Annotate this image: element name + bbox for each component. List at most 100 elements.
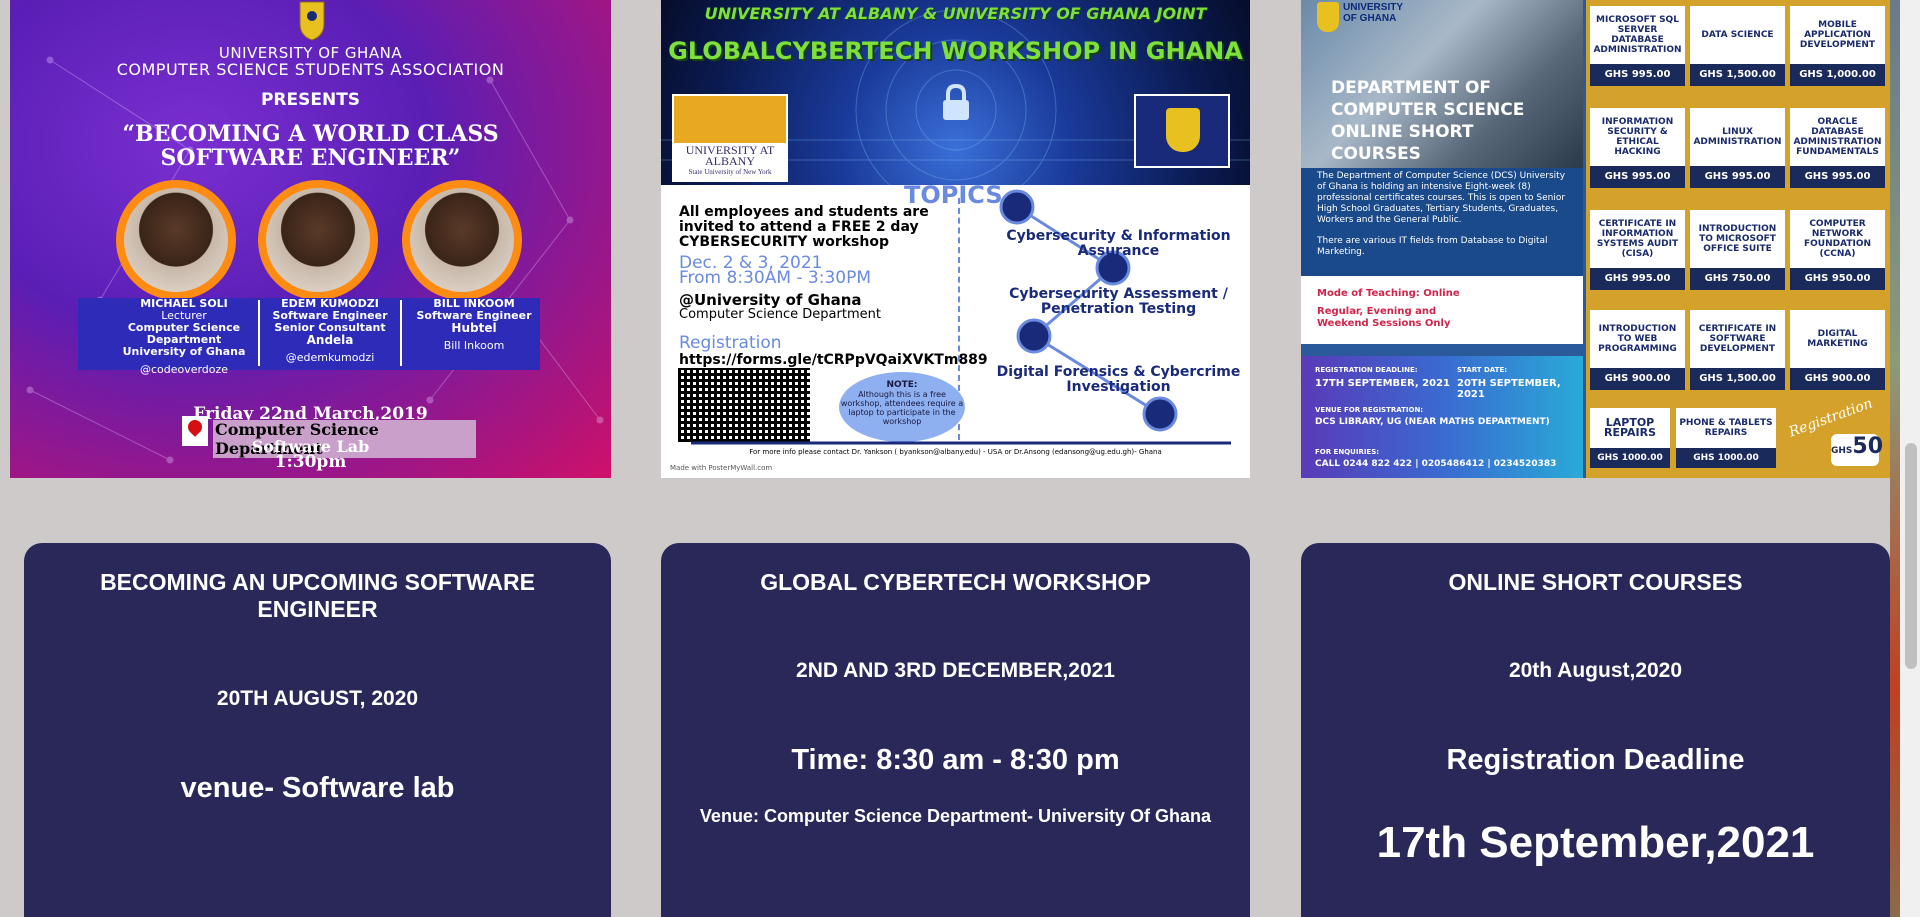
venue-value: DCS LIBRARY, UG (NEAR MATHS DEPARTMENT) [1315, 417, 1550, 427]
course-name: LINUX ADMINISTRATION [1690, 108, 1785, 166]
course-card: PHONE & TABLETS REPAIRS GHS 1000.00 [1676, 408, 1776, 468]
speaker-org: Andela [306, 333, 354, 347]
course-name: LAPTOP REPAIRS [1590, 408, 1670, 448]
workshop-dates: Dec. 2 & 3, 2021 From 8:30AM - 3:30PM [679, 255, 964, 287]
speaker-info: BILL INKOOM Software Engineer Hubtel Bil… [404, 298, 544, 352]
course-name: DIGITAL MARKETING [1790, 310, 1885, 368]
speaker-info: MICHAEL SOLI Lecturer Computer Science D… [114, 298, 254, 376]
event-poster-software-engineer[interactable]: UNIVERSITY OF GHANA COMPUTER SCIENCE STU… [10, 0, 611, 478]
event-card[interactable]: GLOBAL CYBERTECH WORKSHOP 2ND AND 3RD DE… [661, 543, 1250, 917]
albany-name: UNIVERSITY AT ALBANY [685, 143, 775, 168]
event-card[interactable]: BECOMING AN UPCOMING SOFTWARE ENGINEER 2… [24, 543, 611, 917]
scrollbar-thumb[interactable] [1905, 443, 1917, 669]
event-card-venue: Venue: Computer Science Department- Univ… [699, 806, 1212, 826]
course-price: GHS 1000.00 [1590, 448, 1670, 468]
qr-code [678, 368, 810, 442]
course-card: LINUX ADMINISTRATION GHS 995.00 [1690, 108, 1785, 188]
speaker-dept: Computer Science Department [127, 321, 241, 346]
registration-info: REGISTRATION DEADLINE: 17TH SEPTEMBER, 2… [1301, 356, 1583, 478]
course-card: CERTIFICATE IN INFORMATION SYSTEMS AUDIT… [1590, 210, 1685, 290]
course-name: PHONE & TABLETS REPAIRS [1676, 408, 1776, 448]
start-label: START DATE: [1457, 366, 1508, 374]
event-card[interactable]: ONLINE SHORT COURSES 20th August,2020 Re… [1301, 543, 1890, 917]
event-card-deadline: 17th September,2021 [1376, 818, 1815, 867]
event-card-title: GLOBAL CYBERTECH WORKSHOP [760, 569, 1151, 595]
topic-item: Digital Forensics & Cybercrime Investiga… [996, 364, 1241, 395]
speaker-org: University of Ghana [122, 345, 246, 358]
course-card: MICROSOFT SQL SERVER DATABASE ADMINISTRA… [1590, 6, 1685, 86]
divider [400, 300, 402, 366]
deadline-value: 17TH SEPTEMBER, 2021 [1315, 378, 1451, 389]
course-card: INFORMATION SECURITY & ETHICAL HACKING GH… [1590, 108, 1685, 188]
background-photo-edge [1890, 0, 1900, 917]
speaker-photo [402, 180, 522, 300]
event-card-deadline-label: Registration Deadline [1446, 744, 1745, 776]
twitter-handle: @codeoverdoze [139, 363, 229, 376]
event-card-date: 2ND AND 3RD DECEMBER,2021 [796, 659, 1115, 682]
note-title: NOTE: [886, 380, 918, 390]
course-name: DATA SCIENCE [1690, 6, 1785, 64]
course-name: INFORMATION SECURITY & ETHICAL HACKING [1590, 108, 1685, 166]
registration-label: Registration [679, 333, 782, 353]
speaker-photo [116, 180, 236, 300]
course-name: MICROSOFT SQL SERVER DATABASE ADMINISTRA… [1590, 6, 1685, 64]
course-card: DATA SCIENCE GHS 1,500.00 [1690, 6, 1785, 86]
course-card: COMPUTER NETWORK FOUNDATION (CCNA) GHS 95… [1790, 210, 1885, 290]
course-price: GHS 950.00 [1790, 268, 1885, 290]
venue-label: VENUE FOR REGISTRATION: [1315, 406, 1424, 414]
event-card-title: BECOMING AN UPCOMING SOFTWARE ENGINEER [100, 569, 535, 622]
poster-association: COMPUTER SCIENCE STUDENTS ASSOCIATION [116, 60, 505, 79]
poster-presents: PRESENTS [260, 90, 361, 110]
poster-time: 1:30pm [274, 452, 347, 472]
course-price: GHS 1000.00 [1676, 448, 1776, 468]
topic-item: Cybersecurity Assessment / Penetration T… [1009, 286, 1228, 317]
albany-logo: UNIVERSITY AT ALBANY State University of … [672, 94, 788, 182]
course-card: LAPTOP REPAIRS GHS 1000.00 [1590, 408, 1670, 468]
event-card-venue: venue- Software lab [180, 772, 455, 804]
course-name: INTRODUCTION TO WEB PROGRAMMING [1590, 310, 1685, 368]
event-poster-cybertech[interactable]: UNIVERSITY AT ALBANY & UNIVERSITY OF GHA… [661, 0, 1250, 478]
course-price: GHS 995.00 [1590, 64, 1685, 86]
course-card: DIGITAL MARKETING GHS 900.00 [1790, 310, 1885, 390]
sessions-text: Regular, Evening and Weekend Sessions On… [1317, 306, 1451, 329]
course-price: GHS 995.00 [1590, 166, 1685, 188]
linkedin-handle: Bill Inkoom [443, 339, 505, 352]
note-text: Although this is a free workshop, attend… [840, 390, 964, 426]
albany-sub: State University of New York [688, 168, 772, 176]
registration-fee-badge: Registration GHS50 [1771, 395, 1884, 470]
vertical-scrollbar[interactable] [1900, 0, 1920, 917]
fee-value: 50 [1852, 434, 1884, 459]
course-price: GHS 750.00 [1690, 268, 1785, 290]
poster-footer: For more info please contact Dr. Yankson… [749, 448, 1162, 456]
event-card-time: Time: 8:30 am - 8:30 pm [791, 744, 1120, 776]
fee-prefix: GHS [1831, 446, 1853, 456]
event-poster-short-courses[interactable]: UNIVERSITY OF GHANA DEPARTMENT OF COMPUT… [1301, 0, 1891, 478]
event-card-title: ONLINE SHORT COURSES [1448, 569, 1743, 595]
mode-value: Online [1423, 288, 1460, 299]
course-name: ORACLE DATABASE ADMINISTRATION FUNDAMENT… [1790, 108, 1885, 166]
start-value: 20TH SEPTEMBER, 2021 [1457, 378, 1561, 400]
course-price: GHS 995.00 [1590, 268, 1685, 290]
poster-left-panel: UNIVERSITY OF GHANA DEPARTMENT OF COMPUT… [1301, 0, 1583, 478]
twitter-handle: @edemkumodzi [285, 351, 375, 364]
invite-text: All employees and students are invited t… [679, 204, 929, 250]
deadline-label: REGISTRATION DEADLINE: [1315, 366, 1418, 374]
teaching-mode: Mode of Teaching: Online Regular, Evenin… [1301, 276, 1583, 344]
course-name: COMPUTER NETWORK FOUNDATION (CCNA) [1790, 210, 1885, 268]
event-card-date: 20TH AUGUST, 2020 [216, 687, 419, 710]
poster-university: UNIVERSITY OF GHANA [1343, 2, 1403, 24]
course-name: INTRODUCTION TO MICROSOFT OFFICE SUITE [1690, 210, 1785, 268]
course-price: GHS 1,500.00 [1690, 64, 1785, 86]
note-bubble: NOTE: Although this is a free workshop, … [839, 372, 965, 442]
course-name: CERTIFICATE IN INFORMATION SYSTEMS AUDIT… [1590, 210, 1685, 268]
speaker-info: EDEM KUMODZI Software Engineer Senior Co… [260, 298, 400, 364]
speaker-photo [258, 180, 378, 300]
university-crest-icon [1317, 2, 1339, 32]
course-name: MOBILE APPLICATION DEVELOPMENT [1790, 6, 1885, 64]
registration-link[interactable]: https://forms.gle/tCRPpVQaiXVKTm889 [679, 352, 988, 368]
course-price: GHS 995.00 [1690, 166, 1785, 188]
university-crest-icon [299, 1, 325, 41]
course-name: CERTIFICATE IN SOFTWARE DEVELOPMENT [1690, 310, 1785, 368]
course-card: CERTIFICATE IN SOFTWARE DEVELOPMENT GHS 1… [1690, 310, 1785, 390]
mode-label: Mode of Teaching: [1317, 288, 1420, 299]
